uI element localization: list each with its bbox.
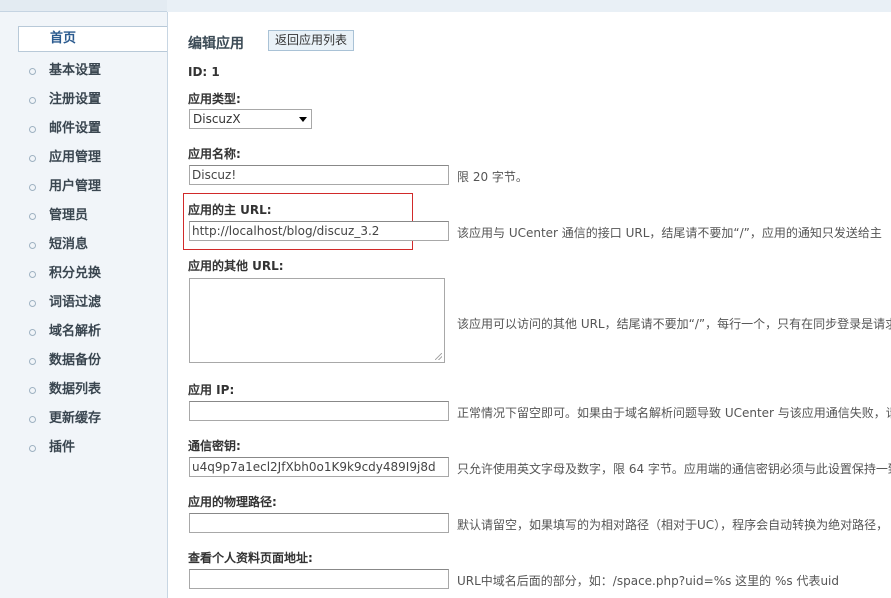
app-ip-hint: 正常情况下留空即可。如果由于域名解析问题导致 UCenter 与该应用通信失败，…	[457, 406, 891, 420]
comm-key-label: 通信密钥:	[188, 439, 241, 453]
main-url-label: 应用的主 URL:	[188, 203, 272, 217]
resize-grip-icon[interactable]	[435, 353, 442, 360]
sidebar-item-label: 邮件设置	[49, 121, 102, 136]
sidebar-item-credit-exchange[interactable]: 积分兑换	[18, 259, 167, 288]
sidebar-item-label: 插件	[49, 440, 76, 455]
app-ip-input[interactable]	[189, 401, 449, 421]
comm-key-hint: 只允许使用英文字母及数字，限 64 字节。应用端的通信密钥必须与此设置保持一致	[457, 462, 891, 476]
bullet-icon	[29, 184, 36, 191]
sidebar-item-label: 基本设置	[49, 63, 102, 78]
sidebar-item-label: 用户管理	[49, 179, 102, 194]
sidebar-item-mail-settings[interactable]: 邮件设置	[18, 114, 167, 143]
sidebar-item-home[interactable]: 首页	[18, 26, 167, 52]
other-url-textarea[interactable]	[189, 278, 445, 363]
sidebar-item-label: 短消息	[49, 237, 89, 252]
app-ip-label: 应用 IP:	[188, 383, 235, 397]
main-content: 编辑应用 返回应用列表 ID: 1 应用类型: DiscuzX 应用名称: Di…	[168, 12, 891, 598]
profile-url-label: 查看个人资料页面地址:	[188, 551, 313, 565]
header-cap	[0, 0, 167, 12]
app-name-input[interactable]: Discuz!	[189, 165, 449, 185]
physical-path-input[interactable]	[189, 513, 449, 533]
bullet-icon	[29, 155, 36, 162]
sidebar-menu: 首页 基本设置 注册设置 邮件设置 应用管理 用户管理 管理员 短消息 积分兑换…	[18, 26, 167, 462]
sidebar-item-app-management[interactable]: 应用管理	[18, 143, 167, 172]
bullet-icon	[29, 242, 36, 249]
sidebar-item-label: 词语过滤	[49, 295, 102, 310]
sidebar-item-backup[interactable]: 数据备份	[18, 346, 167, 375]
sidebar-item-update-cache[interactable]: 更新缓存	[18, 404, 167, 433]
sidebar-item-register-settings[interactable]: 注册设置	[18, 85, 167, 114]
app-type-label: 应用类型:	[188, 92, 241, 106]
sidebar-item-plugins[interactable]: 插件	[18, 433, 167, 462]
main-url-input[interactable]: http://localhost/blog/discuz_3.2	[189, 221, 449, 241]
bullet-icon	[29, 358, 36, 365]
sidebar-item-label: 更新缓存	[49, 411, 102, 426]
bullet-icon	[29, 271, 36, 278]
sidebar-item-label: 首页	[50, 31, 77, 46]
sidebar-item-label: 应用管理	[49, 150, 102, 165]
sidebar-item-user-management[interactable]: 用户管理	[18, 172, 167, 201]
bullet-icon	[29, 387, 36, 394]
bullet-icon	[29, 68, 36, 75]
other-url-label: 应用的其他 URL:	[188, 259, 284, 273]
other-url-hint: 该应用可以访问的其他 URL，结尾请不要加“/”，每行一个，只有在同步登录是请求	[457, 317, 891, 331]
app-name-label: 应用名称:	[188, 147, 241, 161]
sidebar-item-basic-settings[interactable]: 基本设置	[18, 56, 167, 85]
bullet-icon	[29, 329, 36, 336]
sidebar-item-word-filter[interactable]: 词语过滤	[18, 288, 167, 317]
sidebar-item-data-list[interactable]: 数据列表	[18, 375, 167, 404]
app-name-hint: 限 20 字节。	[457, 170, 528, 184]
sidebar-item-label: 管理员	[49, 208, 89, 223]
sidebar-item-dns[interactable]: 域名解析	[18, 317, 167, 346]
comm-key-input[interactable]: u4q9p7a1ecl2JfXbh0o1K9k9cdy489I9j8d	[189, 457, 449, 477]
sidebar-item-label: 积分兑换	[49, 266, 102, 281]
sidebar-item-label: 注册设置	[49, 92, 102, 107]
physical-path-hint: 默认请留空，如果填写的为相对路径（相对于UC），程序会自动转换为绝对路径，	[457, 518, 889, 532]
bullet-icon	[29, 300, 36, 307]
dropdown-arrow-icon	[299, 117, 307, 122]
sidebar-item-admins[interactable]: 管理员	[18, 201, 167, 230]
top-header-strip	[0, 0, 891, 12]
bullet-icon	[29, 416, 36, 423]
sidebar: 首页 基本设置 注册设置 邮件设置 应用管理 用户管理 管理员 短消息 积分兑换…	[0, 12, 168, 598]
back-to-app-list-button[interactable]: 返回应用列表	[268, 30, 355, 51]
app-type-select[interactable]: DiscuzX	[189, 109, 312, 129]
profile-url-input[interactable]	[189, 569, 449, 589]
app-type-value: DiscuzX	[193, 112, 241, 126]
app-id-label: ID: 1	[188, 65, 220, 79]
page-title: 编辑应用	[188, 36, 244, 52]
bullet-icon	[29, 97, 36, 104]
physical-path-label: 应用的物理路径:	[188, 495, 277, 509]
bullet-icon	[29, 445, 36, 452]
sidebar-item-messages[interactable]: 短消息	[18, 230, 167, 259]
main-url-hint: 该应用与 UCenter 通信的接口 URL，结尾请不要加“/”，应用的通知只发…	[457, 226, 882, 240]
sidebar-item-label: 数据备份	[49, 353, 102, 368]
bullet-icon	[29, 213, 36, 220]
sidebar-item-label: 域名解析	[49, 324, 102, 339]
bullet-icon	[29, 126, 36, 133]
profile-url-hint: URL中域名后面的部分，如：/space.php?uid=%s 这里的 %s 代…	[457, 574, 839, 588]
sidebar-item-label: 数据列表	[49, 382, 102, 397]
